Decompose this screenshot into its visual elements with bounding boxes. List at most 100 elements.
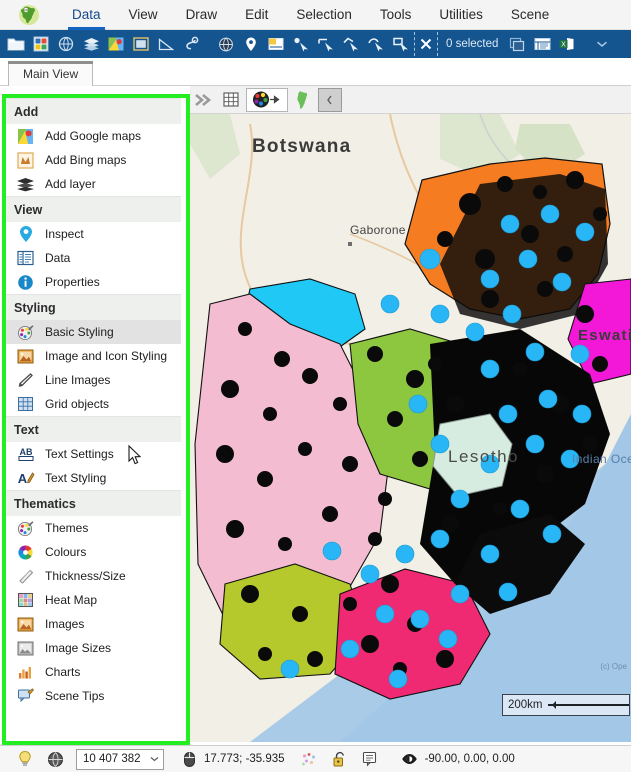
panel-item-thickness-size[interactable]: Thickness/Size: [6, 564, 186, 588]
panel-item-label: Inspect: [45, 227, 84, 241]
menu-item-view[interactable]: View: [115, 0, 172, 30]
scale-bar-label: 200km: [508, 699, 543, 711]
map-toolbar: [190, 86, 631, 114]
panel-item-colours[interactable]: Colours: [6, 540, 186, 564]
status-bar: 10 407 382 17.773; -35.935 -90.00, 0.00,…: [0, 745, 631, 772]
palette-picker-icon[interactable]: [246, 87, 288, 112]
layers-icon[interactable]: [79, 32, 103, 56]
panel-item-grid-objects[interactable]: Grid objects: [6, 392, 186, 416]
menu-item-data[interactable]: Data: [58, 0, 115, 30]
tab-main-view[interactable]: Main View: [8, 61, 94, 86]
panel-item-label: Images: [45, 617, 85, 631]
panel-item-add-layer[interactable]: Add layer: [6, 172, 186, 196]
tab-label: Main View: [23, 67, 79, 81]
paint-palette-icon: [16, 323, 35, 342]
panel-item-properties[interactable]: Properties: [6, 270, 186, 294]
panel-item-label: Image and Icon Styling: [45, 349, 168, 363]
panel-item-scene-tips[interactable]: Scene Tips: [6, 684, 186, 708]
menu-item-label: Draw: [185, 7, 218, 22]
select-polyline-icon[interactable]: [339, 32, 363, 56]
note-icon[interactable]: [355, 751, 385, 767]
wireframe-globe-icon[interactable]: [214, 32, 238, 56]
table-list-icon[interactable]: [530, 32, 554, 56]
select-rectangle-icon[interactable]: [389, 32, 413, 56]
fast-forward-icon[interactable]: [192, 88, 216, 112]
africa-shape-icon[interactable]: [291, 88, 315, 112]
google-maps-icon[interactable]: [104, 32, 128, 56]
panel-item-charts[interactable]: Charts: [6, 660, 186, 684]
zoom-level-combo[interactable]: 10 407 382: [76, 748, 164, 770]
scene-tip-icon: [16, 687, 35, 706]
lasso-icon[interactable]: [179, 32, 203, 56]
app-logo: AR: [0, 0, 58, 30]
svg-text:X: X: [562, 42, 567, 49]
unlocked-padlock-icon[interactable]: [325, 751, 355, 768]
menu-item-label: Data: [72, 7, 101, 22]
panel-item-label: Properties: [45, 275, 100, 289]
select-line-icon[interactable]: [314, 32, 338, 56]
panel-scrollbar[interactable]: [181, 98, 186, 741]
map-canvas[interactable]: Botswana Gaborone Lesotho Eswatini India…: [190, 114, 631, 742]
panel-item-inspect[interactable]: Inspect: [6, 222, 186, 246]
menu-item-scene[interactable]: Scene: [497, 0, 563, 30]
panel-item-line-images[interactable]: Line Images: [6, 368, 186, 392]
picture-icon: [16, 615, 35, 634]
menu-item-label: Tools: [379, 7, 412, 22]
panel-item-add-bing-maps[interactable]: Add Bing maps: [6, 148, 186, 172]
scatter-points-icon[interactable]: [295, 752, 325, 767]
view-tab-strip: Main View: [0, 58, 631, 86]
panel-item-image-sizes[interactable]: Image Sizes: [6, 636, 186, 660]
image-frame-icon[interactable]: [129, 32, 153, 56]
panel-item-label: Add Bing maps: [45, 153, 127, 167]
eye-icon[interactable]: [395, 752, 425, 766]
panel-item-label: Add Google maps: [45, 129, 142, 143]
select-point-icon[interactable]: [289, 32, 313, 56]
menu-item-selection[interactable]: Selection: [282, 0, 366, 30]
panel-item-add-google-maps[interactable]: Add Google maps: [6, 124, 186, 148]
panel-item-themes[interactable]: Themes: [6, 516, 186, 540]
menu-item-edit[interactable]: Edit: [231, 0, 282, 30]
measure-triangle-icon[interactable]: [154, 32, 178, 56]
menu-item-utilities[interactable]: Utilities: [425, 0, 497, 30]
menu-item-label: Selection: [296, 7, 352, 22]
panel-item-images[interactable]: Images: [6, 612, 186, 636]
collapse-handle-icon[interactable]: [318, 87, 342, 112]
clear-selection-icon[interactable]: [414, 32, 438, 56]
selection-count-label: 0 selected: [446, 38, 499, 50]
panel-item-heat-map[interactable]: Heat Map: [6, 588, 186, 612]
excel-export-icon[interactable]: X: [555, 32, 579, 56]
map-attribution: (c) Ope: [600, 662, 627, 671]
grid-icon[interactable]: [219, 88, 243, 112]
mouse-icon: [174, 751, 204, 768]
panel-item-text-settings[interactable]: AB Text Settings: [6, 442, 186, 466]
chevron-down-icon[interactable]: [590, 32, 614, 56]
coordinates-readout: 17.773; -35.935: [204, 753, 285, 765]
panel-item-data[interactable]: Data: [6, 246, 186, 270]
tools-panel-scroll: Add Add Google maps Add Bing maps Add la…: [6, 98, 186, 741]
database-globe-icon[interactable]: [54, 32, 78, 56]
save-table-icon[interactable]: [29, 32, 53, 56]
open-folder-icon[interactable]: [4, 32, 28, 56]
panel-group-text: Text: [6, 416, 186, 442]
ab-text-icon: AB: [16, 445, 35, 464]
select-freehand-icon[interactable]: [364, 32, 388, 56]
menu-bar: AR Data View Draw Edit Selection Tools U…: [0, 0, 631, 30]
panel-item-text-styling[interactable]: A Text Styling: [6, 466, 186, 490]
panel-item-label: Themes: [45, 521, 89, 535]
menu-item-tools[interactable]: Tools: [366, 0, 426, 30]
panel-item-label: Add layer: [45, 177, 96, 191]
map-pin-icon: [16, 225, 35, 244]
menu-item-draw[interactable]: Draw: [172, 0, 232, 30]
panel-item-basic-styling[interactable]: Basic Styling: [6, 320, 186, 344]
wireframe-globe-icon[interactable]: [40, 751, 70, 768]
layers-icon: [16, 175, 35, 194]
panel-group-label: View: [14, 202, 43, 217]
panel-item-image-and-icon-styling[interactable]: Image and Icon Styling: [6, 344, 186, 368]
panel-group-view: View: [6, 196, 186, 222]
copy-selection-icon[interactable]: [505, 32, 529, 56]
lightbulb-icon[interactable]: [10, 750, 40, 768]
picture-icon: [16, 347, 35, 366]
label-note-icon[interactable]: [264, 32, 288, 56]
menu-item-label: View: [128, 7, 158, 22]
map-pin-icon[interactable]: [239, 32, 263, 56]
